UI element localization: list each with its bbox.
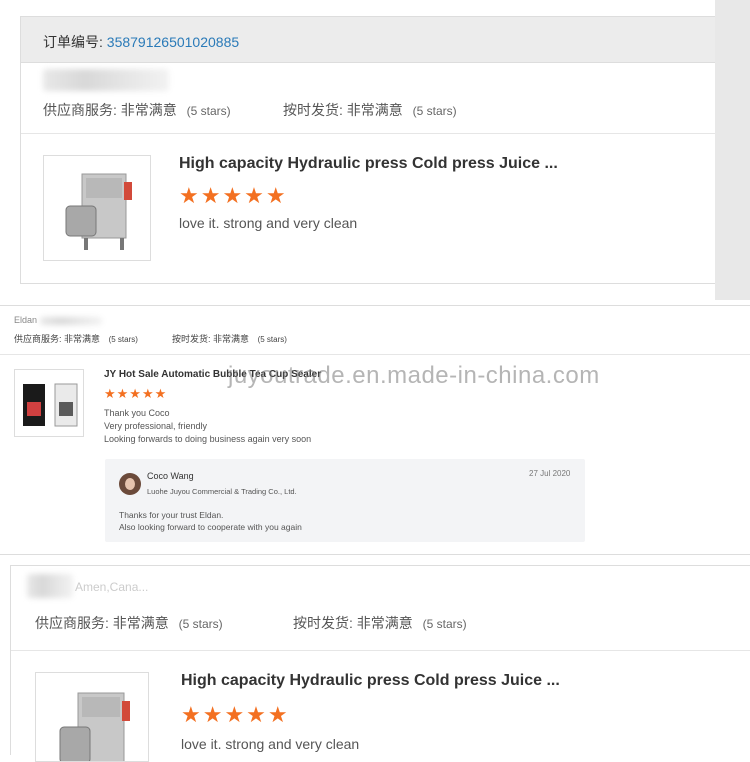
review-line: Looking forwards to doing business again… — [104, 434, 312, 444]
divider — [21, 133, 721, 134]
avatar — [119, 473, 141, 495]
review-card-3: Amen,Cana... 供应商服务: 非常满意 (5 stars) 按时发货:… — [10, 565, 750, 762]
reply-line: Also looking forward to cooperate with y… — [119, 522, 302, 532]
order-number-label: 订单编号: — [43, 34, 103, 50]
juice-press-image — [59, 692, 130, 761]
divider — [11, 650, 750, 651]
supplier-service-stars: (5 stars) — [178, 617, 223, 631]
review-line: Thank you Coco — [104, 408, 170, 418]
review-text: love it. strong and very clean — [181, 736, 360, 752]
ontime-label: 按时发货: — [283, 102, 343, 118]
star-rating: ★★★★★ — [104, 386, 168, 401]
product-title[interactable]: High capacity Hydraulic press Cold press… — [181, 672, 560, 690]
supplier-service-label: 供应商服务: — [14, 334, 62, 344]
supplier-service-rating: 供应商服务: 非常满意 (5 stars) — [14, 332, 138, 345]
ontime-label: 按时发货: — [172, 334, 211, 344]
star-rating: ★★★★★ — [181, 702, 290, 727]
ontime-value: 非常满意 — [213, 334, 250, 344]
star-rating: ★★★★★ — [179, 183, 288, 208]
review-text: love it. strong and very clean — [179, 215, 358, 231]
supplier-service-value: 非常满意 — [64, 334, 101, 344]
ontime-delivery-rating: 按时发货: 非常满意 (5 stars) — [283, 100, 457, 120]
ontime-stars: (5 stars) — [412, 104, 457, 118]
supplier-service-value: 非常满意 — [120, 102, 177, 118]
buyer-name: Amen,Cana... — [75, 580, 149, 594]
divider — [0, 354, 750, 355]
reply-company: Luohe Juyou Commercial & Trading Co., Lt… — [147, 487, 297, 496]
product-title[interactable]: High capacity Hydraulic press Cold press… — [179, 155, 558, 173]
supplier-service-rating: 供应商服务: 非常满意 (5 stars) — [35, 613, 223, 633]
ontime-value: 非常满意 — [356, 615, 413, 631]
review-line: Very professional, friendly — [104, 421, 208, 431]
review-card-1: 订单编号: 35879126501020885 供应商服务: 非常满意 (5 s… — [20, 16, 721, 284]
reply-line: Thanks for your trust Eldan. — [119, 510, 224, 520]
order-number-row: 订单编号: 35879126501020885 — [43, 32, 239, 52]
ontime-value: 非常满意 — [346, 102, 403, 118]
buyer-name-text: Eldan — [14, 315, 38, 325]
ontime-stars: (5 stars) — [257, 335, 287, 344]
review-text: Thank you Coco Very professional, friend… — [104, 407, 311, 446]
supplier-service-stars: (5 stars) — [108, 335, 138, 344]
buyer-name-redacted — [43, 69, 169, 91]
buyer-name: Eldan — [14, 315, 102, 325]
order-number-link[interactable]: 35879126501020885 — [107, 34, 239, 50]
order-header: 订单编号: 35879126501020885 — [21, 17, 721, 63]
ontime-stars: (5 stars) — [422, 617, 467, 631]
buyer-location-redacted — [39, 316, 102, 325]
product-image[interactable] — [35, 672, 149, 762]
ontime-label: 按时发货: — [293, 615, 353, 631]
supplier-service-stars: (5 stars) — [186, 104, 231, 118]
product-image[interactable] — [14, 369, 84, 437]
supplier-service-label: 供应商服务: — [35, 615, 109, 631]
ontime-delivery-rating: 按时发货: 非常满意 (5 stars) — [293, 613, 467, 633]
cup-sealer-image — [23, 383, 78, 427]
product-image[interactable] — [43, 155, 151, 261]
supplier-service-rating: 供应商服务: 非常满意 (5 stars) — [43, 100, 231, 120]
reply-text: Thanks for your trust Eldan. Also lookin… — [119, 509, 302, 533]
juice-press-image — [65, 173, 132, 250]
watermark: juyoutrade.en.made-in-china.com — [228, 362, 600, 389]
reply-date: 27 Jul 2020 — [529, 469, 571, 478]
supplier-service-value: 非常满意 — [112, 615, 169, 631]
edge-strip — [715, 0, 750, 300]
reply-author: Coco Wang — [147, 471, 194, 481]
review-card-2: Eldan 供应商服务: 非常满意 (5 stars) 按时发货: 非常满意 (… — [0, 305, 750, 555]
supplier-service-label: 供应商服务: — [43, 102, 117, 118]
buyer-avatar-redacted — [27, 574, 73, 598]
ontime-delivery-rating: 按时发货: 非常满意 (5 stars) — [172, 332, 287, 345]
supplier-reply: Coco Wang 27 Jul 2020 Luohe Juyou Commer… — [105, 459, 585, 542]
